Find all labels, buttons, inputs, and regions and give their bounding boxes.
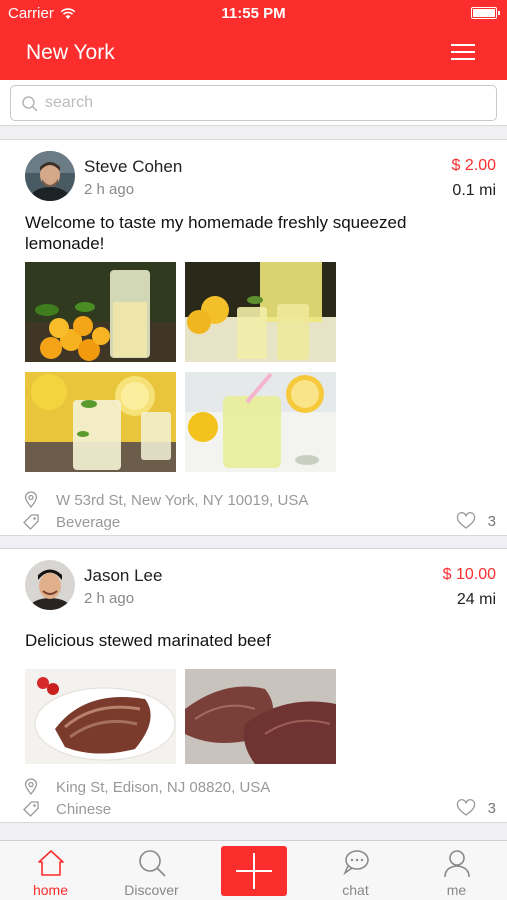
tab-me-label: me bbox=[446, 882, 467, 898]
tab-discover[interactable]: Discover bbox=[101, 841, 202, 900]
post-address-row: W 53rd St, New York, NY 10019, USA bbox=[22, 491, 308, 509]
post-category-row: Chinese bbox=[22, 800, 111, 818]
status-time: 11:55 PM bbox=[221, 5, 286, 22]
post-photo[interactable] bbox=[25, 372, 176, 472]
add-post-button[interactable] bbox=[221, 846, 287, 896]
avatar[interactable] bbox=[25, 560, 75, 610]
post-category-row: Beverage bbox=[22, 513, 120, 531]
post-card[interactable]: Jason Lee 2 h ago $ 10.00 24 mi Deliciou… bbox=[0, 548, 507, 823]
post-distance: 24 mi bbox=[456, 591, 496, 608]
search-bar bbox=[0, 80, 507, 126]
post-photo[interactable] bbox=[185, 669, 336, 764]
app-root: Carrier 11:55 PM New York search Steve C… bbox=[0, 0, 507, 900]
post-time: 2 h ago bbox=[84, 181, 135, 198]
post-photo[interactable] bbox=[185, 262, 336, 362]
tab-home-label: home bbox=[32, 882, 69, 898]
post-address-row: King St, Edison, NJ 08820, USA bbox=[22, 778, 270, 796]
post-description: Welcome to taste my homemade freshly squ… bbox=[25, 213, 407, 253]
search-icon bbox=[139, 850, 166, 877]
menu-icon[interactable] bbox=[451, 44, 475, 60]
user-icon bbox=[444, 850, 470, 878]
post-card[interactable]: Steve Cohen 2 h ago $ 2.00 0.1 mi Welcom… bbox=[0, 139, 507, 536]
page-title: New York bbox=[26, 41, 115, 64]
tab-chat[interactable]: chat bbox=[305, 841, 406, 900]
location-pin-icon bbox=[24, 778, 38, 796]
tab-home[interactable]: home bbox=[0, 841, 101, 900]
status-bar: Carrier 11:55 PM bbox=[0, 0, 507, 26]
search-box bbox=[10, 85, 497, 121]
post-time: 2 h ago bbox=[84, 590, 135, 607]
post-photo[interactable] bbox=[185, 372, 336, 472]
post-photo[interactable] bbox=[25, 669, 176, 764]
like-count: 3 bbox=[487, 512, 496, 530]
post-user-name[interactable]: Jason Lee bbox=[84, 566, 162, 586]
chat-icon bbox=[343, 850, 369, 876]
tab-discover-label: Discover bbox=[124, 882, 179, 898]
tab-bar: home Discover chat me bbox=[0, 840, 507, 900]
like-count: 3 bbox=[487, 799, 496, 817]
header: Carrier 11:55 PM New York bbox=[0, 0, 507, 80]
heart-icon bbox=[456, 799, 475, 816]
tag-icon bbox=[23, 801, 39, 817]
tab-chat-label: chat bbox=[342, 882, 369, 898]
search-input[interactable] bbox=[45, 91, 485, 115]
post-address: W 53rd St, New York, NY 10019, USA bbox=[56, 491, 309, 509]
post-distance: 0.1 mi bbox=[452, 182, 496, 199]
post-category: Chinese bbox=[56, 800, 112, 818]
post-description: Delicious stewed marinated beef bbox=[25, 631, 271, 650]
search-icon bbox=[22, 96, 38, 112]
post-photo[interactable] bbox=[25, 262, 176, 362]
battery-icon bbox=[471, 7, 500, 19]
post-price: $ 10.00 bbox=[442, 566, 496, 583]
tab-me[interactable]: me bbox=[406, 841, 507, 900]
location-pin-icon bbox=[24, 491, 38, 509]
home-icon bbox=[38, 850, 64, 876]
like-button[interactable]: 3 bbox=[456, 799, 496, 817]
heart-icon bbox=[456, 512, 475, 529]
tag-icon bbox=[23, 514, 39, 530]
post-category: Beverage bbox=[56, 513, 121, 531]
post-address: King St, Edison, NJ 08820, USA bbox=[56, 778, 271, 796]
post-price: $ 2.00 bbox=[451, 157, 496, 174]
like-button[interactable]: 3 bbox=[456, 512, 496, 530]
avatar[interactable] bbox=[25, 151, 75, 201]
post-user-name[interactable]: Steve Cohen bbox=[84, 157, 182, 177]
